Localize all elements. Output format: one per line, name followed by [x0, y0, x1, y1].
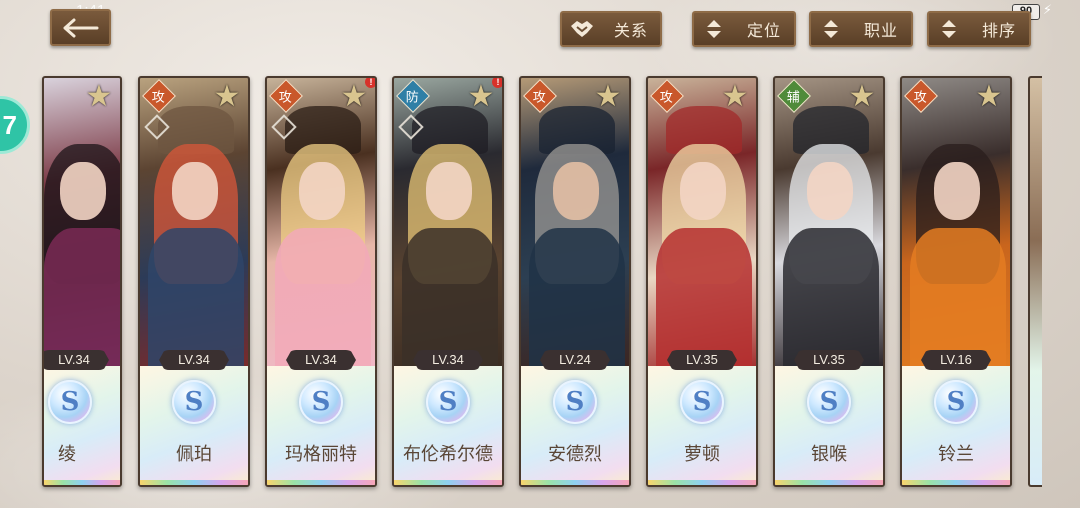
card-rainbow-strip [140, 480, 248, 485]
sort-label: 排序 [981, 21, 1016, 40]
card-rainbow-strip [521, 480, 629, 485]
rank-s-icon: S [48, 380, 92, 424]
character-name: 银喉 [811, 444, 847, 465]
rank-s-icon: S [172, 380, 216, 424]
rarity-star-icon: ★ [975, 79, 1003, 114]
card-rainbow-strip [44, 480, 120, 485]
level-badge: LV.34 [413, 350, 483, 370]
alert-dot: ! [365, 78, 375, 88]
position-filter-button[interactable]: 定位 [692, 11, 796, 47]
character-portrait [648, 78, 756, 368]
level-badge: LV.24 [540, 350, 610, 370]
charging-icon: ⚡ [1042, 3, 1052, 18]
rarity-star-icon: ★ [848, 79, 876, 114]
level-badge: LV.35 [667, 350, 737, 370]
character-portrait [521, 78, 629, 368]
character-card[interactable]: ★ LV.34 S 绫 [42, 76, 122, 487]
rarity-star-icon: ★ [594, 79, 622, 114]
role-label: 辅 [787, 90, 801, 106]
role-label: 攻 [533, 90, 547, 106]
back-arrow-icon [63, 18, 98, 37]
level-badge: LV.16 [921, 350, 991, 370]
rarity-star-icon: ★ [213, 79, 241, 114]
character-card[interactable]: 攻 ★ LV.16 S 铃兰 [900, 76, 1012, 487]
rank-s-icon: S [426, 380, 470, 424]
rank-s-icon: S [807, 380, 851, 424]
sort-arrows-icon [694, 18, 734, 40]
character-card[interactable]: 攻 ★ ! LV.34 S 玛格丽特 [265, 76, 377, 487]
sort-button[interactable]: 排序 [927, 11, 1031, 47]
card-rainbow-strip [394, 480, 502, 485]
level-badge: LV.35 [794, 350, 864, 370]
handshake-icon [562, 18, 602, 40]
card-rainbow-strip [775, 480, 883, 485]
character-card[interactable]: 攻 ★ LV.34 S 佩珀 [138, 76, 250, 487]
card-rainbow-strip [648, 480, 756, 485]
role-label: 防 [406, 90, 420, 106]
character-name: 萝顿 [684, 444, 720, 465]
role-label: 攻 [914, 90, 928, 106]
rank-s-icon: S [934, 380, 978, 424]
character-portrait [775, 78, 883, 368]
position-label: 定位 [746, 21, 781, 40]
character-card[interactable]: 防 ★ ! LV.34 S 布伦希尔德 [392, 76, 504, 487]
relation-button[interactable]: 关系 [560, 11, 662, 47]
rarity-star-icon: ★ [467, 79, 495, 114]
character-name: 布伦希尔德 [403, 444, 493, 465]
character-portrait [44, 78, 120, 368]
level-badge: LV.34 [44, 350, 109, 370]
character-card[interactable]: 攻 ★ LV.24 S 安德烈 [519, 76, 631, 487]
character-name: 玛格丽特 [285, 444, 357, 465]
character-name: 安德烈 [548, 444, 602, 465]
back-button[interactable] [50, 9, 111, 46]
job-label: 职业 [863, 21, 898, 40]
level-badge: LV.34 [159, 350, 229, 370]
rarity-star-icon: ★ [340, 79, 368, 114]
alert-dot: ! [492, 78, 502, 88]
character-card-partial[interactable] [1028, 76, 1042, 487]
relation-label: 关系 [613, 21, 648, 40]
level-badge: LV.34 [286, 350, 356, 370]
character-portrait [902, 78, 1010, 368]
role-label: 攻 [279, 90, 293, 106]
character-card[interactable]: 辅 ★ LV.35 S 银喉 [773, 76, 885, 487]
character-card[interactable]: 攻 ★ LV.35 S 萝顿 [646, 76, 758, 487]
card-rainbow-strip [902, 480, 1010, 485]
role-label: 攻 [152, 90, 166, 106]
character-name: 铃兰 [938, 444, 974, 465]
character-name: 佩珀 [176, 444, 212, 465]
rarity-star-icon: ★ [85, 79, 113, 114]
rank-s-icon: S [553, 380, 597, 424]
character-name: 绫 [58, 444, 76, 465]
job-filter-button[interactable]: 职业 [809, 11, 913, 47]
rarity-star-icon: ★ [721, 79, 749, 114]
side-tab[interactable]: 7 [0, 96, 30, 154]
rank-s-icon: S [299, 380, 343, 424]
sort-arrows-icon [929, 18, 969, 40]
rank-s-icon: S [680, 380, 724, 424]
role-label: 攻 [660, 90, 674, 106]
card-rainbow-strip [267, 480, 375, 485]
sort-arrows-icon [811, 18, 851, 40]
